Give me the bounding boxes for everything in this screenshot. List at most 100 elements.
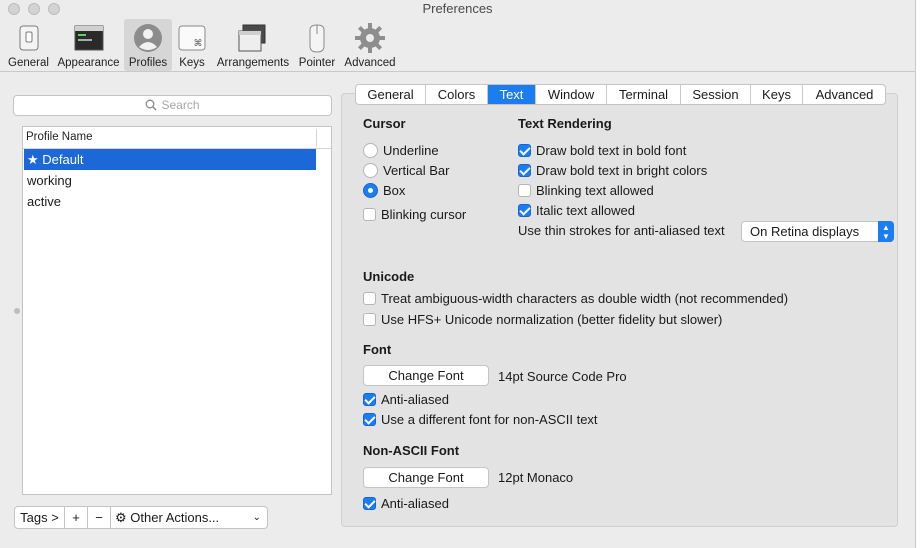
profile-row-default[interactable]: ★ Default xyxy=(24,149,316,170)
minimize-window-button[interactable] xyxy=(28,3,40,15)
toolbar-appearance[interactable]: Appearance xyxy=(55,19,122,71)
profile-row-label: ★ Default xyxy=(27,152,84,167)
bold-font-checkbox[interactable]: Draw bold text in bold font xyxy=(518,143,686,159)
window-icon xyxy=(74,25,103,51)
other-actions-label: Other Actions... xyxy=(130,510,220,525)
tags-button[interactable]: Tags > xyxy=(14,506,65,529)
profile-row-working[interactable]: working xyxy=(24,170,316,191)
column-divider xyxy=(316,129,317,147)
checkbox-label: Italic text allowed xyxy=(536,203,635,218)
radio-button[interactable] xyxy=(363,163,378,178)
select-value: On Retina displays xyxy=(750,224,860,239)
checkbox[interactable] xyxy=(518,204,531,217)
toolbar-pointer[interactable]: Pointer xyxy=(296,19,338,71)
toolbar-advanced[interactable]: Advanced xyxy=(342,19,398,71)
thin-strokes-label: Use thin strokes for anti-aliased text xyxy=(518,223,725,238)
profile-list: Profile Name ★ Default working active xyxy=(22,126,332,495)
checkbox[interactable] xyxy=(518,164,531,177)
italic-text-checkbox[interactable]: Italic text allowed xyxy=(518,203,635,219)
tab-advanced[interactable]: Advanced xyxy=(803,85,885,104)
up-down-arrows-icon: ▲ ▼ xyxy=(878,221,894,242)
profile-row-active[interactable]: active xyxy=(24,191,316,212)
tab-window[interactable]: Window xyxy=(536,85,607,104)
tab-keys[interactable]: Keys xyxy=(751,85,803,104)
unicode-section-title: Unicode xyxy=(363,269,415,284)
toolbar-label: General xyxy=(8,57,49,69)
toolbar-general[interactable]: General xyxy=(4,19,53,71)
remove-profile-button[interactable]: − xyxy=(87,506,111,529)
toolbar-profiles[interactable]: Profiles xyxy=(124,19,172,71)
profile-search-input[interactable]: Search xyxy=(13,95,332,116)
checkbox[interactable] xyxy=(363,208,376,221)
preferences-window: Preferences General Appearance Profiles … xyxy=(0,0,915,548)
checkbox-label: Draw bold text in bright colors xyxy=(536,163,708,178)
window-stack-icon xyxy=(238,24,266,52)
profile-row-label: active xyxy=(27,194,61,209)
non-ascii-font-checkbox[interactable]: Use a different font for non-ASCII text xyxy=(363,412,598,428)
blinking-text-checkbox[interactable]: Blinking text allowed xyxy=(518,183,654,199)
font-section-title: Font xyxy=(363,342,392,357)
tab-colors[interactable]: Colors xyxy=(426,85,488,104)
toolbar-label: Profiles xyxy=(128,57,168,69)
checkbox[interactable] xyxy=(518,184,531,197)
blinking-cursor-checkbox[interactable]: Blinking cursor xyxy=(363,207,466,223)
font-anti-aliased-checkbox[interactable]: Anti-aliased xyxy=(363,392,449,408)
profile-name-column-header[interactable]: Profile Name xyxy=(23,127,331,149)
gear-icon xyxy=(355,23,385,53)
current-non-ascii-font-label: 12pt Monaco xyxy=(498,470,574,485)
split-view-handle[interactable] xyxy=(14,308,20,314)
checkbox[interactable] xyxy=(363,497,376,510)
tab-terminal[interactable]: Terminal xyxy=(607,85,681,104)
hfs-normalization-checkbox[interactable]: Use HFS+ Unicode normalization (better f… xyxy=(363,312,722,328)
zoom-window-button[interactable] xyxy=(48,3,60,15)
checkbox[interactable] xyxy=(518,144,531,157)
other-actions-menu[interactable]: ⚙ Other Actions... ⌄ xyxy=(110,506,268,529)
text-rendering-section-title: Text Rendering xyxy=(518,116,612,131)
window-title: Preferences xyxy=(422,1,493,16)
checkbox[interactable] xyxy=(363,393,376,406)
gear-icon: ⚙ xyxy=(115,511,127,526)
checkbox-label: Anti-aliased xyxy=(381,392,449,407)
checkbox[interactable] xyxy=(363,313,376,326)
toolbar-label: Arrangements xyxy=(216,57,290,69)
user-icon xyxy=(134,24,162,52)
profile-tabs: General Colors Text Window Terminal Sess… xyxy=(355,84,886,105)
chevron-down-icon: ⌄ xyxy=(252,512,261,523)
toolbar-keys[interactable]: ⌘ Keys xyxy=(174,19,210,71)
bright-colors-checkbox[interactable]: Draw bold text in bright colors xyxy=(518,163,707,179)
tab-text[interactable]: Text xyxy=(488,85,536,104)
cursor-vertical-bar-radio[interactable]: Vertical Bar xyxy=(363,163,449,179)
cursor-underline-radio[interactable]: Underline xyxy=(363,143,439,159)
checkbox-label: Use a different font for non-ASCII text xyxy=(381,412,598,427)
checkbox[interactable] xyxy=(363,413,376,426)
toolbar-arrangements[interactable]: Arrangements xyxy=(214,19,292,71)
add-profile-button[interactable]: + xyxy=(64,506,88,529)
non-ascii-anti-aliased-checkbox[interactable]: Anti-aliased xyxy=(363,496,449,512)
close-window-button[interactable] xyxy=(8,3,20,15)
background-window-edge xyxy=(915,0,921,548)
mouse-icon xyxy=(309,24,325,53)
switch-icon xyxy=(19,25,38,51)
search-placeholder: Search xyxy=(161,98,200,112)
checkbox-label: Anti-aliased xyxy=(381,496,449,511)
ambiguous-width-checkbox[interactable]: Treat ambiguous-width characters as doub… xyxy=(363,291,788,307)
checkbox-label: Draw bold text in bold font xyxy=(536,143,687,158)
change-font-button[interactable]: Change Font xyxy=(363,365,489,386)
thin-strokes-select[interactable]: On Retina displays ▲ ▼ xyxy=(741,221,894,242)
radio-label: Underline xyxy=(383,143,439,158)
cursor-box-radio[interactable]: Box xyxy=(363,183,405,199)
radio-label: Vertical Bar xyxy=(383,163,450,178)
tab-general[interactable]: General xyxy=(356,85,426,104)
preferences-toolbar: General Appearance Profiles ⌘ Keys Arran… xyxy=(0,18,915,72)
checkbox-label: Blinking text allowed xyxy=(536,183,654,198)
radio-button[interactable] xyxy=(363,143,378,158)
svg-text:⌘: ⌘ xyxy=(194,39,203,49)
toolbar-label: Appearance xyxy=(57,57,120,69)
tab-session[interactable]: Session xyxy=(681,85,751,104)
checkbox[interactable] xyxy=(363,292,376,305)
cursor-section-title: Cursor xyxy=(363,116,406,131)
checkbox-label: Blinking cursor xyxy=(381,207,467,222)
change-non-ascii-font-button[interactable]: Change Font xyxy=(363,467,489,488)
title-bar: Preferences xyxy=(0,0,915,18)
radio-button[interactable] xyxy=(363,183,378,198)
